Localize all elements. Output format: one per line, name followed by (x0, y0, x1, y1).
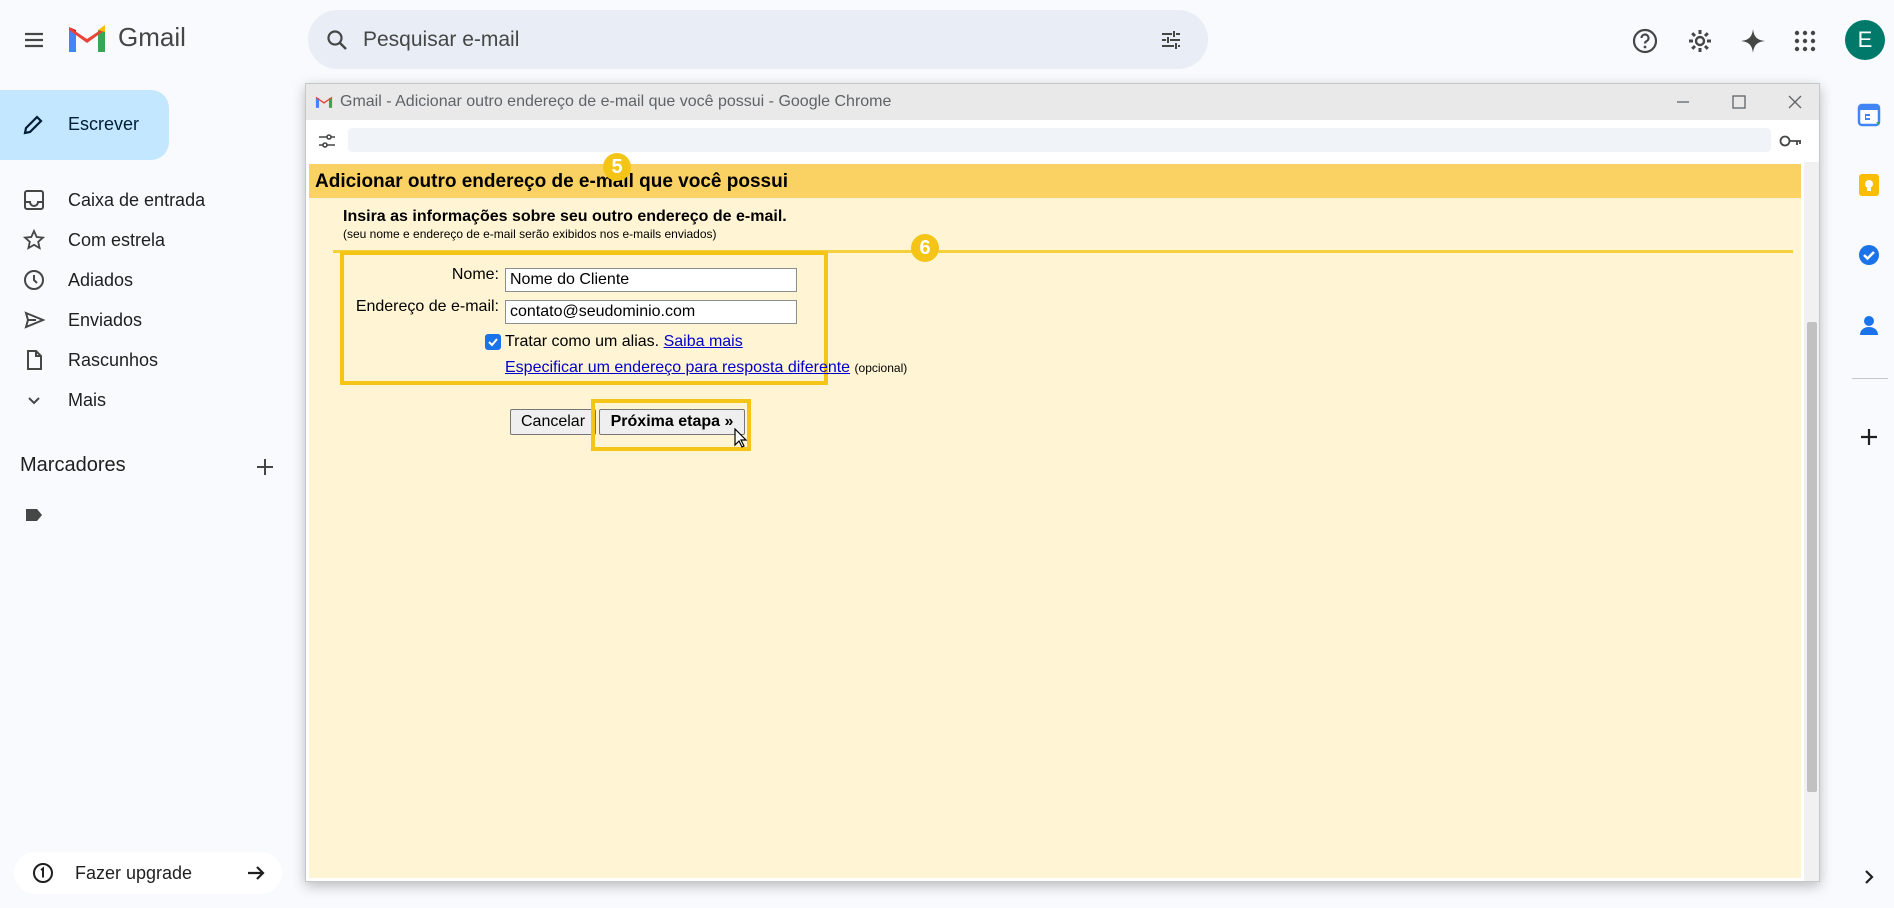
reply-to-link[interactable]: Especificar um endereço para resposta di… (505, 359, 850, 376)
side-panel (1844, 80, 1894, 908)
upgrade-label: Fazer upgrade (75, 863, 193, 883)
label-tag-icon[interactable] (22, 505, 46, 525)
alias-checkbox[interactable] (485, 334, 501, 350)
popup-window-title: Gmail - Adicionar outro endereço de e-ma… (340, 93, 892, 110)
chevron-down-icon (20, 386, 48, 414)
popup-window: Gmail - Adicionar outro endereço de e-ma… (305, 83, 1820, 882)
calendar-icon[interactable] (1856, 102, 1882, 128)
sidebar-item-starred[interactable]: Com estrela (0, 222, 280, 258)
page-title: Adicionar outro endereço de e-mail que v… (315, 171, 788, 192)
sidebar-item-sent[interactable]: Enviados (0, 302, 280, 338)
url-field[interactable] (348, 128, 1771, 152)
help-icon[interactable] (1628, 24, 1662, 58)
upgrade-button[interactable]: Fazer upgrade (14, 852, 282, 894)
tasks-icon[interactable] (1856, 242, 1882, 268)
keep-icon[interactable] (1856, 172, 1882, 198)
add-addon-icon[interactable] (1856, 424, 1882, 450)
gmail-favicon-icon (314, 93, 334, 111)
name-label: Nome: (451, 266, 499, 283)
sidebar-item-label: Caixa de entrada (68, 189, 206, 210)
contacts-icon[interactable] (1856, 312, 1882, 338)
reply-row: Especificar um endereço para resposta di… (505, 359, 907, 377)
step-badge-5: 5 (603, 153, 631, 181)
email-label: Endereço de e-mail: (355, 298, 499, 315)
pencil-icon (20, 112, 46, 138)
search-bar[interactable]: Pesquisar e-mail (308, 10, 1208, 69)
gemini-sparkle-icon[interactable] (1736, 24, 1770, 58)
top-header: Gmail Pesquisar e-mail E (0, 0, 1894, 80)
scrollbar-thumb[interactable] (1807, 322, 1817, 792)
sidebar-item-inbox[interactable]: Caixa de entrada (0, 182, 280, 218)
name-input[interactable] (505, 268, 797, 292)
add-label-icon[interactable] (252, 454, 278, 480)
alias-label: Tratar como um alias. (505, 333, 660, 350)
sidebar-item-label: Adiados (68, 269, 134, 290)
inbox-icon (20, 186, 48, 214)
popup-address-bar (306, 120, 1819, 162)
email-input[interactable] (505, 300, 797, 324)
sidebar-item-more[interactable]: Mais (0, 382, 280, 418)
sidebar-item-label: Rascunhos (68, 349, 159, 370)
clock-icon (20, 266, 48, 294)
star-icon (20, 226, 48, 254)
cancel-button[interactable]: Cancelar (510, 409, 596, 435)
draft-icon (20, 346, 48, 374)
search-icon[interactable] (322, 25, 352, 55)
sidebar-item-drafts[interactable]: Rascunhos (0, 342, 280, 378)
key-icon[interactable] (1776, 130, 1806, 152)
app-name[interactable]: Gmail (118, 22, 186, 53)
page-header: Adicionar outro endereço de e-mail que v… (309, 164, 1801, 198)
mouse-cursor-icon (734, 427, 750, 450)
apps-grid-icon[interactable] (1788, 24, 1822, 58)
popup-titlebar: Gmail - Adicionar outro endereço de e-ma… (306, 84, 1819, 120)
site-settings-icon[interactable] (316, 130, 338, 152)
intro-subtext: (seu nome e endereço de e-mail serão exi… (343, 227, 717, 241)
main-menu-icon[interactable] (14, 20, 54, 60)
intro-text: Insira as informações sobre seu outro en… (343, 208, 787, 225)
compose-button[interactable]: Escrever (0, 90, 169, 160)
sidebar-item-label: Com estrela (68, 229, 166, 250)
sidebar-item-label: Mais (68, 389, 107, 410)
settings-gear-icon[interactable] (1683, 24, 1717, 58)
gmail-logo-icon[interactable] (66, 22, 108, 56)
side-panel-divider (1852, 378, 1888, 379)
send-icon (20, 306, 48, 334)
search-input[interactable]: Pesquisar e-mail (363, 28, 519, 52)
sidebar-item-label: Enviados (68, 309, 143, 330)
next-step-button[interactable]: Próxima etapa » (599, 409, 745, 435)
step-badge-6: 6 (911, 234, 939, 262)
popup-scrollbar[interactable] (1804, 162, 1819, 881)
close-icon[interactable] (1780, 90, 1810, 114)
upgrade-info-icon (32, 862, 54, 884)
minimize-icon[interactable] (1668, 90, 1698, 114)
chevron-right-icon[interactable] (1858, 866, 1880, 888)
popup-page: Adicionar outro endereço de e-mail que v… (309, 153, 1801, 878)
arrow-right-icon (244, 862, 268, 884)
alias-row: Tratar como um alias. Saiba mais (505, 333, 743, 351)
sidebar-item-snoozed[interactable]: Adiados (0, 262, 280, 298)
search-options-icon[interactable] (1156, 25, 1186, 55)
account-avatar[interactable]: E (1845, 20, 1885, 60)
compose-label: Escrever (68, 114, 140, 134)
labels-section-title: Marcadores (20, 454, 126, 476)
maximize-icon[interactable] (1724, 90, 1754, 114)
learn-more-link[interactable]: Saiba mais (664, 333, 743, 350)
optional-note: (opcional) (854, 361, 908, 375)
